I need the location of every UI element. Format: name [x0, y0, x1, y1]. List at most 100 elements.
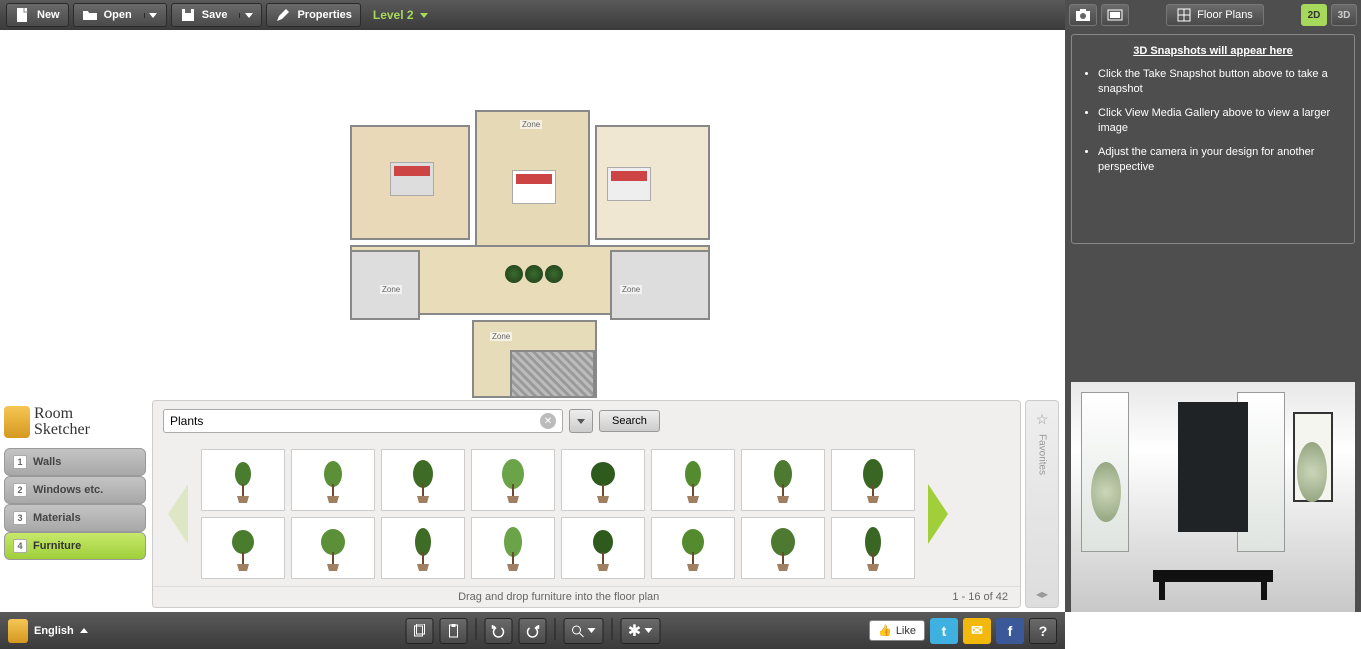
- plant-icon: [853, 456, 893, 504]
- plant-icon: [763, 524, 803, 572]
- star-icon: ☆: [1036, 411, 1049, 428]
- new-label: New: [37, 9, 60, 21]
- redo-button[interactable]: [518, 618, 546, 644]
- category-label: Materials: [33, 512, 81, 524]
- plant-icon: [583, 524, 623, 572]
- view-3d-button[interactable]: 3D: [1331, 4, 1357, 26]
- mascot-icon: [4, 406, 30, 438]
- plant-icon: [493, 524, 533, 572]
- save-button[interactable]: Save: [171, 3, 263, 27]
- right-panel: Floor Plans 2D 3D 3D Snapshots will appe…: [1065, 0, 1361, 612]
- next-page-arrow[interactable]: [923, 479, 953, 549]
- email-button[interactable]: ✉: [963, 618, 991, 644]
- category-label: Windows etc.: [33, 484, 103, 496]
- plant-bouquet-white[interactable]: [561, 449, 645, 511]
- clear-search-button[interactable]: ✕: [540, 413, 556, 429]
- floor-plans-button[interactable]: Floor Plans: [1166, 4, 1264, 26]
- category-number: 2: [13, 483, 27, 497]
- category-walls[interactable]: 1 Walls: [4, 448, 146, 476]
- plant-icon: [583, 456, 623, 504]
- plant-icon: [763, 456, 803, 504]
- tip-text: Click the Take Snapshot button above to …: [1098, 67, 1342, 98]
- plant-small-palm[interactable]: [471, 449, 555, 511]
- help-button[interactable]: ?: [1029, 618, 1057, 644]
- plant-grass-tall[interactable]: [831, 449, 915, 511]
- plant-icon: [223, 524, 263, 572]
- tip-text: Click View Media Gallery above to view a…: [1098, 106, 1342, 137]
- thumbnail-grid: [201, 449, 915, 579]
- favorites-label: Favorites: [1037, 434, 1048, 475]
- folder-icon: [82, 7, 98, 23]
- view-2d-button[interactable]: 2D: [1301, 4, 1327, 26]
- search-input[interactable]: [170, 414, 540, 428]
- category-number: 1: [13, 455, 27, 469]
- plant-icon: [403, 524, 443, 572]
- new-button[interactable]: New: [6, 3, 69, 27]
- save-dropdown[interactable]: [239, 13, 253, 18]
- zone-label: Zone: [490, 332, 512, 341]
- open-button[interactable]: Open: [73, 3, 167, 27]
- plant-icon: [673, 456, 713, 504]
- plant-dracaena[interactable]: [651, 449, 735, 511]
- undo-button[interactable]: [484, 618, 512, 644]
- placed-plants[interactable]: [505, 265, 563, 283]
- floorplan-icon: [1177, 8, 1191, 22]
- plant-icon: [403, 456, 443, 504]
- plant-ficus-tall[interactable]: [741, 449, 825, 511]
- plant-spiky-vase[interactable]: [291, 449, 375, 511]
- catalog-panel: ✕ Search Drag and drop furniture into th…: [152, 400, 1021, 608]
- favorites-bar[interactable]: ☆ Favorites ◂▸: [1025, 400, 1059, 608]
- plant-round-topiary[interactable]: [561, 517, 645, 579]
- like-button[interactable]: 👍 Like: [869, 620, 925, 641]
- zoom-button[interactable]: [563, 618, 603, 644]
- bottom-panel: RoomSketcher 1 Walls 2 Windows etc. 3Materia…: [0, 396, 1065, 612]
- category-materials[interactable]: 3Materials: [4, 504, 146, 532]
- properties-button[interactable]: Properties: [266, 3, 360, 27]
- plant-orchid-branch[interactable]: [381, 449, 465, 511]
- category-label: Walls: [33, 456, 61, 468]
- pencil-icon: [275, 7, 291, 23]
- prev-page-arrow[interactable]: [163, 479, 193, 549]
- category-number: 4: [13, 539, 27, 553]
- tip-text: Adjust the camera in your design for ano…: [1098, 145, 1342, 176]
- zone-label: Zone: [620, 285, 642, 294]
- language-selector[interactable]: English: [8, 619, 88, 643]
- plant-yucca[interactable]: [291, 517, 375, 579]
- plant-tulips-yellow[interactable]: [201, 449, 285, 511]
- floor-selector[interactable]: Level 2: [365, 8, 436, 22]
- plant-icon: [493, 456, 533, 504]
- plant-fiddle[interactable]: [471, 517, 555, 579]
- plant-fern-wide[interactable]: [741, 517, 825, 579]
- plant-tulips-pot[interactable]: [201, 517, 285, 579]
- thumbs-up-icon: 👍: [878, 624, 892, 637]
- plant-reeds[interactable]: [831, 517, 915, 579]
- like-label: Like: [896, 625, 916, 637]
- open-dropdown[interactable]: [144, 13, 158, 18]
- category-furniture[interactable]: 4Furniture: [4, 532, 146, 560]
- twitter-button[interactable]: t: [930, 618, 958, 644]
- zone-label: Zone: [520, 120, 542, 129]
- search-category-dropdown[interactable]: [569, 409, 593, 433]
- settings-button[interactable]: ✱: [620, 618, 660, 644]
- zone-label: Zone: [380, 285, 402, 294]
- gallery-button[interactable]: [1101, 4, 1129, 26]
- plant-icon: [673, 524, 713, 572]
- catalog-range: 1 - 16 of 42: [952, 591, 1008, 603]
- facebook-button[interactable]: f: [996, 618, 1024, 644]
- catalog-hint: Drag and drop furniture into the floor p…: [165, 591, 952, 603]
- search-button[interactable]: Search: [599, 410, 660, 432]
- floor-plans-label: Floor Plans: [1197, 9, 1253, 21]
- logo: RoomSketcher: [4, 400, 146, 444]
- search-input-wrapper: ✕: [163, 409, 563, 433]
- snapshot-button[interactable]: [1069, 4, 1097, 26]
- chevron-up-icon: [80, 628, 88, 633]
- category-windows-etc-[interactable]: 2 Windows etc.: [4, 476, 146, 504]
- copy-button[interactable]: [405, 618, 433, 644]
- plant-icon: [853, 524, 893, 572]
- paste-button[interactable]: [439, 618, 467, 644]
- floor-label: Level 2: [373, 8, 414, 22]
- plant-dracaena-wide[interactable]: [381, 517, 465, 579]
- favorites-pager[interactable]: ◂▸: [1036, 587, 1048, 601]
- floorplan[interactable]: Zone Zone Zone Zone: [350, 70, 725, 405]
- plant-sansevieria[interactable]: [651, 517, 735, 579]
